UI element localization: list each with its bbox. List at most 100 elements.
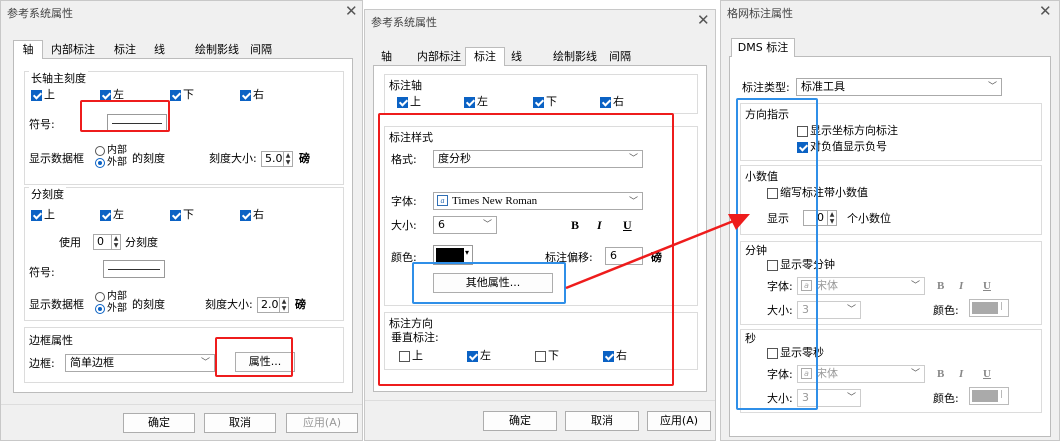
select-value: 宋体 (816, 279, 838, 292)
color-label: 颜色: (933, 304, 959, 317)
apply-button[interactable]: 应用(A) (286, 413, 358, 433)
minute-italic-button[interactable]: I (959, 279, 963, 293)
major-inner-radio[interactable] (95, 146, 105, 156)
border-type-select[interactable]: 简单边框 ﹀ (65, 354, 215, 372)
tab-dms-label[interactable]: DMS 标注 (731, 38, 795, 58)
tab-bar: 轴 内部标注 标注 线 绘制影线 间隔 (13, 40, 353, 60)
color-label: 颜色: (933, 392, 959, 405)
show-box-label: 显示数据框 (29, 298, 84, 311)
axis-left-checkbox[interactable] (464, 97, 475, 108)
ok-button[interactable]: 确定 (483, 411, 557, 431)
tab-axis[interactable]: 轴 (381, 48, 392, 66)
spin-value: 0 (97, 235, 104, 248)
checkbox-label: 左 (477, 95, 488, 108)
checkbox-label: 左 (113, 208, 124, 221)
minor-count-input[interactable]: 0 ▲ ▼ (93, 234, 121, 250)
minor-inner-radio[interactable] (95, 292, 105, 302)
symbol-label: 符号: (29, 118, 55, 131)
tab-interval[interactable]: 间隔 (609, 48, 631, 66)
chevron-down-icon: ﹀ (846, 393, 856, 403)
dialog-footer: 确定 取消 应用(A) (1, 404, 362, 440)
second-italic-button[interactable]: I (959, 367, 963, 381)
tab-line[interactable]: 线 (154, 41, 165, 59)
checkbox-label: 上 (44, 88, 55, 101)
minute-underline-button[interactable]: U (983, 279, 991, 293)
minor-outer-radio[interactable] (95, 304, 105, 314)
tab-inner-label[interactable]: 内部标注 (417, 48, 461, 66)
tab-bar: 轴 内部标注 标注 线 绘制影线 间隔 (373, 47, 707, 67)
ok-button[interactable]: 确定 (123, 413, 195, 433)
minor-right-checkbox[interactable] (240, 210, 251, 221)
dropdown-arrow-icon: | (1000, 389, 1003, 398)
spin-arrows-icon[interactable]: ▲ ▼ (827, 211, 836, 225)
tick-size-label: 刻度大小: (205, 298, 253, 311)
tick-size-label: 刻度大小: (209, 152, 257, 165)
checkbox-label: 显示坐标方向标注 (810, 124, 898, 137)
spin-arrows-icon[interactable]: ▲ ▼ (111, 235, 120, 249)
label-type-select[interactable]: 标准工具 ﹀ (796, 78, 1002, 96)
chevron-down-icon: ﹀ (200, 358, 210, 368)
checkbox-label: 下 (183, 208, 194, 221)
checkbox-label: 上 (410, 95, 421, 108)
group-label: 边框属性 (29, 334, 73, 347)
checkbox-label: 右 (253, 88, 264, 101)
minor-tick-size-input[interactable]: 2.0 ▲ ▼ (257, 297, 289, 313)
dialog-axis-properties: 参考系统属性 ✕ 轴 内部标注 标注 线 绘制影线 间隔 长轴主刻度 上 左 下… (0, 0, 363, 441)
minor-suffix: 分刻度 (125, 236, 158, 249)
checkbox-label: 下 (183, 88, 194, 101)
tab-inner-label[interactable]: 内部标注 (51, 41, 95, 59)
spin-arrows-icon[interactable]: ▲ ▼ (279, 298, 288, 312)
red-arrow-icon (565, 214, 750, 290)
minor-top-checkbox[interactable] (31, 210, 42, 221)
close-icon[interactable]: ✕ (1039, 2, 1052, 20)
major-bottom-checkbox[interactable] (170, 90, 181, 101)
second-underline-button[interactable]: U (983, 367, 991, 381)
minute-bold-button[interactable]: B (937, 279, 944, 293)
tab-hatch[interactable]: 绘制影线 (553, 48, 597, 66)
apply-button[interactable]: 应用(A) (647, 411, 711, 431)
major-tick-group: 长轴主刻度 上 左 下 右 符号: 显示数据框 内部 外部 的刻度 刻度大小: … (24, 70, 344, 185)
highlight-red-symbol (80, 100, 170, 132)
second-bold-button[interactable]: B (937, 367, 944, 381)
close-icon[interactable]: ✕ (345, 2, 358, 20)
tab-panel: 长轴主刻度 上 左 下 右 符号: 显示数据框 内部 外部 的刻度 刻度大小: … (13, 59, 353, 393)
group-label: 分刻度 (29, 186, 66, 202)
tab-line[interactable]: 线 (511, 48, 522, 66)
tab-interval[interactable]: 间隔 (250, 41, 272, 59)
use-label: 使用 (59, 236, 81, 249)
decimal-suffix: 个小数位 (847, 212, 891, 225)
minor-bottom-checkbox[interactable] (170, 210, 181, 221)
major-tick-size-input[interactable]: 5.0 ▲ ▼ (261, 151, 293, 167)
tab-label[interactable]: 标注 (114, 41, 136, 59)
label-axis-group: 标注轴 上 左 下 右 (384, 74, 698, 114)
symbol-label: 符号: (29, 266, 55, 279)
cancel-button[interactable]: 取消 (204, 413, 276, 433)
dialog-title: 参考系统属性 (7, 7, 73, 20)
tab-axis[interactable]: 轴 (13, 40, 43, 60)
major-right-checkbox[interactable] (240, 90, 251, 101)
axis-right-checkbox[interactable] (600, 97, 611, 108)
major-top-checkbox[interactable] (31, 90, 42, 101)
close-icon[interactable]: ✕ (697, 11, 710, 29)
minute-color-swatch[interactable]: | (969, 299, 1009, 317)
major-outer-radio[interactable] (95, 158, 105, 168)
dialog-title: 参考系统属性 (371, 16, 437, 29)
tab-label[interactable]: 标注 (465, 47, 505, 67)
axis-top-checkbox[interactable] (397, 97, 408, 108)
chevron-down-icon: ﹀ (910, 281, 920, 291)
spin-value: 5.0 (265, 152, 283, 165)
dialog-footer: 确定 取消 应用(A) (365, 400, 715, 440)
radio-label: 外部 (107, 303, 127, 314)
highlight-blue-more (412, 262, 566, 304)
minor-left-checkbox[interactable] (100, 210, 111, 221)
second-color-swatch[interactable]: | (969, 387, 1009, 405)
checkbox-label: 上 (44, 208, 55, 221)
select-value: 宋体 (816, 367, 838, 380)
minor-symbol-preview[interactable] (103, 260, 165, 278)
cancel-button[interactable]: 取消 (565, 411, 639, 431)
tab-hatch[interactable]: 绘制影线 (195, 41, 239, 59)
spin-arrows-icon[interactable]: ▲ ▼ (283, 152, 292, 166)
axis-bottom-checkbox[interactable] (533, 97, 544, 108)
color-swatch (972, 302, 998, 314)
dialog-title: 格网标注属性 (727, 7, 793, 20)
